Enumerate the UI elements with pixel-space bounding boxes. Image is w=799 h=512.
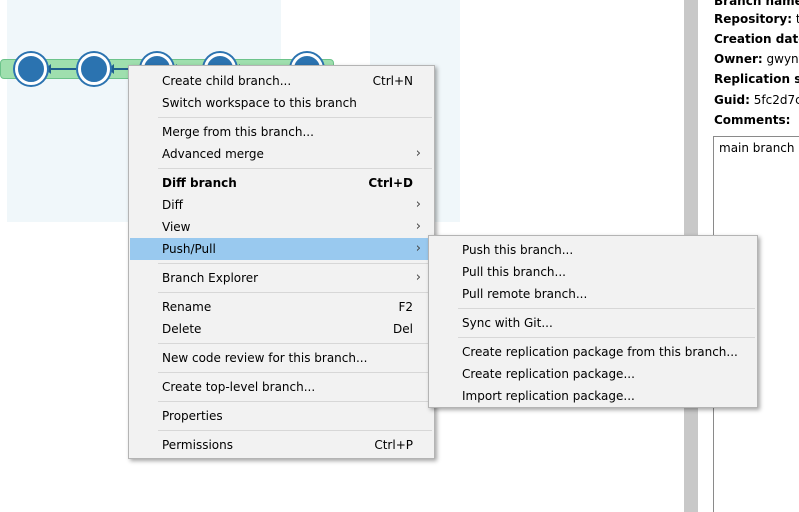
menu-item-label: Diff xyxy=(162,198,183,212)
branch-name-label: Branch name: xyxy=(714,0,799,8)
guid-value: 5fc2d7c8- xyxy=(753,93,799,107)
menu-item-label: Properties xyxy=(162,409,223,423)
menu-item-label: Pull this branch... xyxy=(462,265,566,279)
menu-item-label: Push/Pull xyxy=(162,242,216,256)
menu-item-shortcut: Ctrl+N xyxy=(372,74,413,88)
branch-name-row: Branch name: / xyxy=(714,0,799,8)
menu-separator xyxy=(158,117,432,118)
menu-separator xyxy=(158,343,432,344)
menu-separator xyxy=(158,292,432,293)
owner-value: gwynt xyxy=(766,52,799,66)
menu-item-label: Permissions xyxy=(162,438,233,452)
menu-item-new-code-review[interactable]: New code review for this branch... xyxy=(130,347,433,369)
menu-separator xyxy=(158,401,432,402)
branch-context-menu: Create child branch... Ctrl+N Switch wor… xyxy=(128,65,435,459)
menu-item-view[interactable]: View › xyxy=(130,216,433,238)
menu-item-label: Pull remote branch... xyxy=(462,287,588,301)
repository-label: Repository: xyxy=(714,12,792,26)
menu-item-label: Diff branch xyxy=(162,176,237,190)
chevron-right-icon: › xyxy=(415,146,421,161)
menu-item-label: New code review for this branch... xyxy=(162,351,368,365)
menu-item-label: Create top-level branch... xyxy=(162,380,316,394)
chevron-right-icon: › xyxy=(415,241,421,256)
repository-row: Repository: test xyxy=(714,12,799,26)
comments-label: Comments: xyxy=(714,113,791,127)
menu-item-shortcut: Ctrl+D xyxy=(368,176,413,190)
replication-label: Replication sou xyxy=(714,72,799,86)
menu-item-label: Switch workspace to this branch xyxy=(162,96,357,110)
menu-item-branch-explorer[interactable]: Branch Explorer › xyxy=(130,267,433,289)
menu-item-label: Rename xyxy=(162,300,212,314)
menu-item-shortcut: F2 xyxy=(398,300,413,314)
menu-item-create-replication-package[interactable]: Create replication package... xyxy=(430,363,756,385)
menu-item-create-top-level-branch[interactable]: Create top-level branch... xyxy=(130,376,433,398)
changeset-node[interactable] xyxy=(15,53,47,85)
menu-item-shortcut: Del xyxy=(393,322,413,336)
menu-separator xyxy=(158,263,432,264)
menu-item-switch-workspace[interactable]: Switch workspace to this branch xyxy=(130,92,433,114)
menu-separator xyxy=(458,337,755,338)
menu-item-label: Merge from this branch... xyxy=(162,125,314,139)
chevron-right-icon: › xyxy=(415,197,421,212)
comments-row: Comments: xyxy=(714,113,790,127)
menu-item-label: Advanced merge xyxy=(162,147,264,161)
menu-separator xyxy=(158,372,432,373)
menu-item-diff-branch[interactable]: Diff branch Ctrl+D xyxy=(130,172,433,194)
menu-item-delete[interactable]: Delete Del xyxy=(130,318,433,340)
menu-item-pull-remote-branch[interactable]: Pull remote branch... xyxy=(430,283,756,305)
menu-item-rename[interactable]: Rename F2 xyxy=(130,296,433,318)
menu-item-shortcut: Ctrl+P xyxy=(374,438,413,452)
menu-item-merge-from-branch[interactable]: Merge from this branch... xyxy=(130,121,433,143)
push-pull-submenu: Push this branch... Pull this branch... … xyxy=(428,235,758,408)
menu-separator xyxy=(158,168,432,169)
menu-item-diff[interactable]: Diff › xyxy=(130,194,433,216)
menu-item-create-replication-package-from-branch[interactable]: Create replication package from this bra… xyxy=(430,341,756,363)
menu-item-label: Create replication package from this bra… xyxy=(462,345,738,359)
guid-row: Guid: 5fc2d7c8- xyxy=(714,93,799,107)
menu-item-permissions[interactable]: Permissions Ctrl+P xyxy=(130,434,433,456)
menu-item-label: Branch Explorer xyxy=(162,271,259,285)
menu-item-pull-this-branch[interactable]: Pull this branch... xyxy=(430,261,756,283)
menu-item-label: Delete xyxy=(162,322,202,336)
creation-date-label: Creation date: xyxy=(714,32,799,46)
menu-separator xyxy=(458,308,755,309)
chevron-right-icon: › xyxy=(415,270,421,285)
menu-item-label: Sync with Git... xyxy=(462,316,553,330)
chevron-right-icon: › xyxy=(415,219,421,234)
menu-item-import-replication-package[interactable]: Import replication package... xyxy=(430,385,756,407)
owner-row: Owner: gwynt xyxy=(714,52,799,66)
menu-item-label: Create child branch... xyxy=(162,74,292,88)
menu-item-label: View xyxy=(162,220,191,234)
changeset-link-arrow xyxy=(45,64,76,74)
replication-row: Replication sou xyxy=(714,72,799,86)
menu-item-label: Import replication package... xyxy=(462,389,635,403)
menu-item-create-child-branch[interactable]: Create child branch... Ctrl+N xyxy=(130,70,433,92)
changeset-node[interactable] xyxy=(78,53,110,85)
menu-separator xyxy=(158,430,432,431)
owner-label: Owner: xyxy=(714,52,763,66)
menu-item-push-this-branch[interactable]: Push this branch... xyxy=(430,239,756,261)
menu-item-label: Create replication package... xyxy=(462,367,635,381)
guid-label: Guid: xyxy=(714,93,750,107)
menu-item-sync-with-git[interactable]: Sync with Git... xyxy=(430,312,756,334)
creation-date-row: Creation date: 2 xyxy=(714,32,799,46)
menu-item-label: Push this branch... xyxy=(462,243,574,257)
menu-item-advanced-merge[interactable]: Advanced merge › xyxy=(130,143,433,165)
menu-item-properties[interactable]: Properties xyxy=(130,405,433,427)
menu-item-push-pull[interactable]: Push/Pull › xyxy=(130,238,433,260)
